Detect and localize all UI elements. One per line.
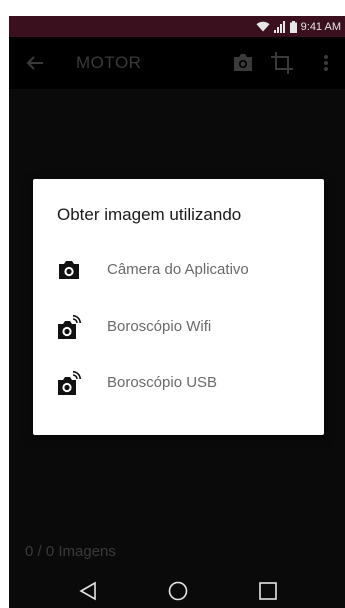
nav-bar — [9, 576, 345, 608]
option-label: Boroscópio Wifi — [107, 318, 212, 335]
status-time: 9:41 AM — [300, 20, 341, 33]
image-counter: 0 / 0 Imagens — [25, 543, 116, 560]
wifi-icon — [256, 21, 270, 32]
wireless-camera-icon — [57, 315, 81, 339]
back-arrow-icon[interactable] — [23, 51, 47, 75]
option-app-camera[interactable]: Câmera do Aplicativo — [33, 245, 324, 297]
crop-icon[interactable] — [269, 50, 295, 76]
camera-icon — [57, 258, 81, 282]
battery-icon — [289, 20, 297, 33]
status-bar: 9:41 AM — [9, 16, 345, 37]
status-icons: 9:41 AM — [256, 19, 341, 34]
camera-icon[interactable] — [231, 52, 255, 74]
app-bar: MOTOR — [9, 37, 345, 89]
option-borescope-usb[interactable]: Boroscópio USB — [33, 358, 324, 410]
recents-icon[interactable] — [257, 580, 279, 602]
phone-screen: 9:41 AM MOTOR Obter imagem utilizando Câ… — [9, 16, 345, 608]
dialog-title: Obter imagem utilizando — [57, 205, 242, 224]
option-label: Câmera do Aplicativo — [107, 261, 249, 278]
page-title: MOTOR — [76, 53, 142, 72]
back-icon[interactable] — [77, 580, 99, 602]
signal-icon — [273, 20, 286, 33]
option-borescope-wifi[interactable]: Boroscópio Wifi — [33, 302, 324, 354]
more-vert-icon[interactable] — [319, 51, 333, 75]
option-label: Boroscópio USB — [107, 374, 218, 391]
home-icon[interactable] — [167, 580, 189, 602]
image-source-dialog: Obter imagem utilizando Câmera do Aplica… — [33, 179, 324, 435]
wireless-camera-icon — [57, 371, 81, 395]
